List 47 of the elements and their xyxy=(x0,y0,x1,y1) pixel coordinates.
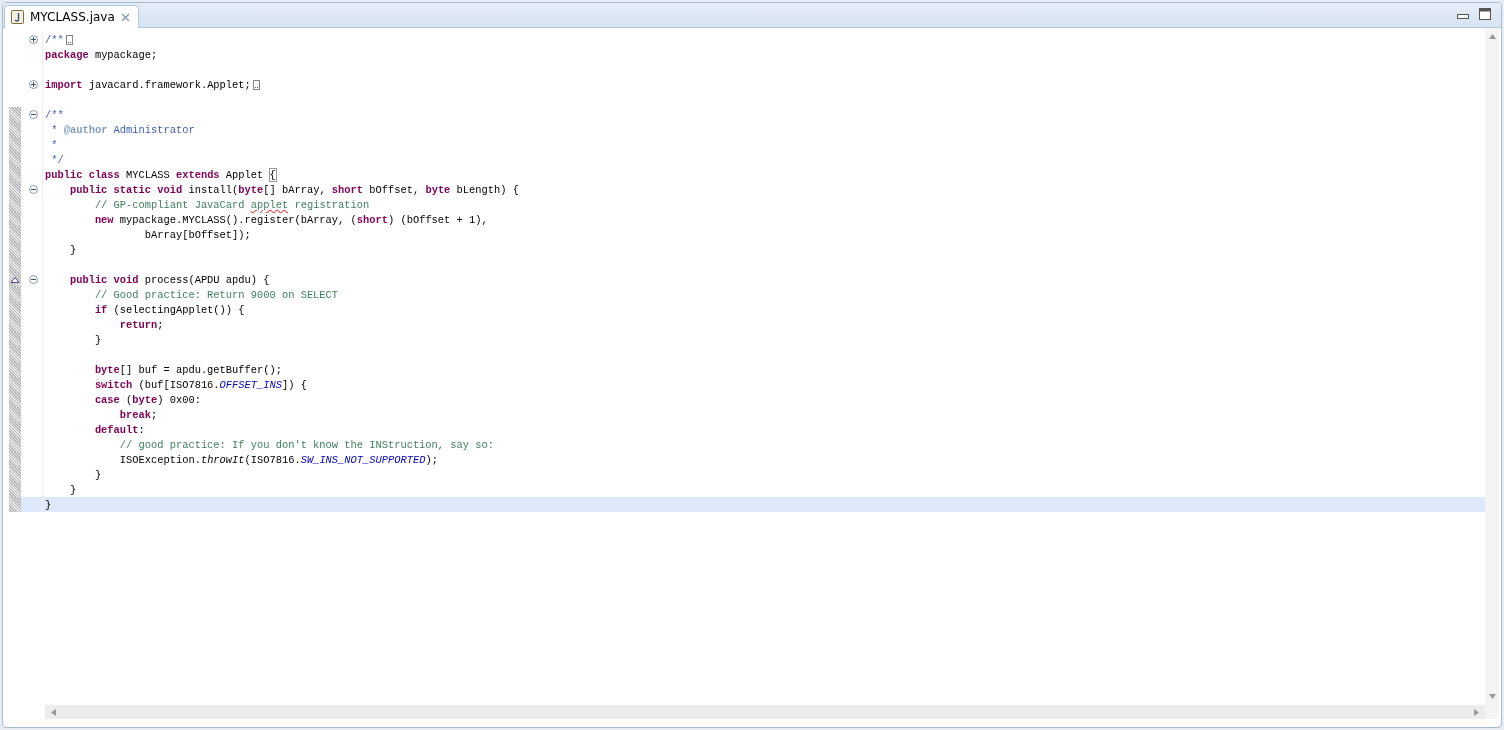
code-line: } xyxy=(93,468,102,481)
code-line: if (selectingApplet()) { xyxy=(93,303,245,316)
code-line: import javacard.framework.Applet; xyxy=(45,78,251,91)
code-line: /** xyxy=(45,108,64,121)
code-line: * @author Administrator xyxy=(50,123,195,136)
code-line: bArray[bOffset]); xyxy=(143,228,251,241)
code-line: public void process(APDU apdu) { xyxy=(68,273,270,286)
scroll-left-icon[interactable] xyxy=(51,708,56,716)
horizontal-scrollbar[interactable] xyxy=(45,705,1485,719)
collapse-icon[interactable] xyxy=(29,185,38,194)
editor-tab[interactable]: MYCLASS.java xyxy=(4,5,139,28)
tab-label: MYCLASS.java xyxy=(30,10,115,24)
scroll-down-icon[interactable] xyxy=(1488,694,1496,699)
code-line: public class MYCLASS extends Applet { xyxy=(45,168,276,181)
vertical-scrollbar[interactable] xyxy=(1485,28,1499,705)
code-line: // GP-compliant JavaCard applet registration xyxy=(93,198,370,211)
code-line: new mypackage.MYCLASS().register(bArray, (short) (bOffset + 1), xyxy=(93,213,488,226)
scroll-right-icon[interactable] xyxy=(1474,708,1479,716)
code-line: // Good practice: Return 9000 on SELECT xyxy=(93,288,339,301)
code-line: } xyxy=(68,483,77,496)
collapse-icon[interactable] xyxy=(29,275,38,284)
minimize-icon[interactable] xyxy=(1457,14,1469,20)
code-line: return; xyxy=(118,318,164,331)
code-line: public static void install(byte[] bArray, short bOffset, byte bLength) { xyxy=(68,183,519,196)
collapse-icon[interactable] xyxy=(29,110,38,119)
java-file-icon xyxy=(11,10,24,24)
code-line: package mypackage; xyxy=(45,48,158,61)
code-line: } xyxy=(68,243,77,256)
code-line: byte[] buf = apdu.getBuffer(); xyxy=(93,363,282,376)
code-line: case (byte) 0x00: xyxy=(93,393,201,406)
code-line: } xyxy=(45,498,52,511)
code-line: default: xyxy=(93,423,145,436)
code-line: /** xyxy=(45,33,64,46)
folded-code-icon[interactable] xyxy=(252,79,260,90)
code-line: break; xyxy=(118,408,158,421)
code-line: switch (buf[ISO7816.OFFSET_INS]) { xyxy=(93,378,307,391)
code-line: // good practice: If you don't know the INStruction, say so: xyxy=(118,438,494,451)
folded-code-icon[interactable] xyxy=(65,34,73,45)
expand-icon[interactable] xyxy=(29,80,38,89)
scroll-up-icon[interactable] xyxy=(1488,34,1496,39)
code-line: */ xyxy=(50,153,64,166)
maximize-icon[interactable] xyxy=(1479,8,1491,20)
code-line: * xyxy=(50,138,58,151)
expand-icon[interactable] xyxy=(29,35,38,44)
code-line: } xyxy=(93,333,102,346)
close-icon[interactable] xyxy=(120,12,130,22)
code-line: ISOException.throwIt(ISO7816.SW_INS_NOT_SUPPORTED); xyxy=(118,453,438,466)
